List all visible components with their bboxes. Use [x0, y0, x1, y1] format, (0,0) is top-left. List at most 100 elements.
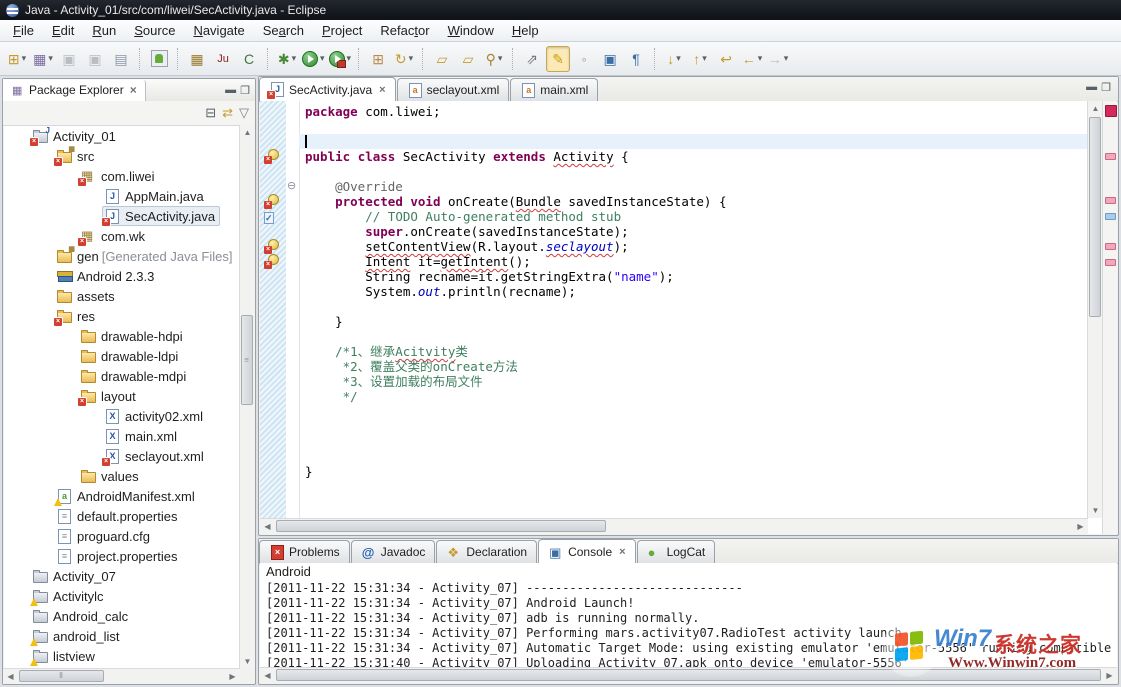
- tree-item-seclayout-xml[interactable]: X×seclayout.xml: [4, 446, 239, 466]
- error-marker-icon[interactable]: [1105, 197, 1116, 204]
- editor-overview-ruler[interactable]: [1102, 101, 1117, 534]
- maximize-editor-icon[interactable]: ❐: [1101, 81, 1111, 94]
- tree-item-gen[interactable]: ▦gen [Generated Java Files]: [4, 246, 239, 266]
- search-button[interactable]: ⚲▾: [482, 46, 506, 72]
- info-marker-icon[interactable]: [1105, 213, 1116, 220]
- quickfix-error-icon[interactable]: [264, 149, 280, 163]
- tree-item-src[interactable]: ▦×src: [4, 146, 239, 166]
- last-edit-location-button[interactable]: ↩: [714, 46, 738, 72]
- tree-item-com-liwei[interactable]: ▦×com.liwei: [4, 166, 239, 186]
- scroll-left-icon[interactable]: ◀: [260, 519, 275, 534]
- menu-navigate[interactable]: Navigate: [184, 21, 253, 40]
- menu-source[interactable]: Source: [125, 21, 184, 40]
- synchronize-button[interactable]: ↻▾: [392, 46, 416, 72]
- menu-window[interactable]: Window: [439, 21, 503, 40]
- dropdown-arrow-icon[interactable]: ▾: [676, 53, 681, 64]
- new-junit-test-button[interactable]: Ju: [211, 46, 235, 72]
- menu-refactor[interactable]: Refactor: [371, 21, 438, 40]
- tree-item-drawable-ldpi[interactable]: drawable-ldpi: [4, 346, 239, 366]
- tree-item-androidmanifest-xml[interactable]: aAndroidManifest.xml: [4, 486, 239, 506]
- view-menu-icon[interactable]: ▽: [239, 105, 249, 121]
- error-marker-icon[interactable]: [1105, 153, 1116, 160]
- scroll-left-icon[interactable]: ◀: [260, 668, 275, 683]
- new-java-project-button[interactable]: ▦▾: [31, 46, 55, 72]
- scroll-right-icon[interactable]: ▶: [225, 669, 240, 684]
- maximize-view-icon[interactable]: ❐: [240, 84, 250, 97]
- next-change-button[interactable]: ◦: [572, 46, 596, 72]
- menu-search[interactable]: Search: [254, 21, 313, 40]
- editor-horizontal-scrollbar[interactable]: ◀ ▶: [260, 518, 1088, 534]
- tree-item-assets[interactable]: assets: [4, 286, 239, 306]
- show-selected-element-button[interactable]: ▣: [598, 46, 622, 72]
- debug-button[interactable]: ✱▾: [275, 46, 299, 72]
- tree-hscroll-thumb[interactable]: ⦀: [19, 670, 104, 682]
- tree-item-android-list[interactable]: android_list: [4, 626, 239, 646]
- code-editor[interactable]: ✓ ⊖ package com.liwei;public class SecAc…: [260, 101, 1117, 534]
- print-button[interactable]: ▤: [109, 46, 133, 72]
- scroll-down-icon[interactable]: ▼: [240, 654, 255, 669]
- tree-item-activity02-xml[interactable]: Xactivity02.xml: [4, 406, 239, 426]
- open-resource-button[interactable]: ▱: [430, 46, 454, 72]
- tab-javadoc[interactable]: @Javadoc: [351, 540, 436, 563]
- tree-item-com-wk[interactable]: ▦×com.wk: [4, 226, 239, 246]
- link-with-editor-icon[interactable]: ⇄: [222, 105, 233, 121]
- error-marker-icon[interactable]: [1105, 259, 1116, 266]
- forward-button[interactable]: →▾: [766, 46, 790, 72]
- console-hscroll-thumb[interactable]: [276, 669, 1101, 681]
- collapse-region-icon[interactable]: ⊖: [287, 179, 296, 194]
- menu-project[interactable]: Project: [313, 21, 371, 40]
- tab-problems[interactable]: ×Problems: [259, 540, 350, 563]
- quickfix-error-icon[interactable]: [264, 239, 280, 253]
- tree-item-values[interactable]: values: [4, 466, 239, 486]
- run-button[interactable]: ▾: [301, 46, 326, 72]
- dropdown-arrow-icon[interactable]: ▾: [320, 53, 325, 64]
- tree-item-res[interactable]: ×res: [4, 306, 239, 326]
- editor-vertical-scrollbar[interactable]: ▲ ▼: [1087, 101, 1103, 518]
- tree-item-project-properties[interactable]: ≡project.properties: [4, 546, 239, 566]
- tab-logcat[interactable]: ●LogCat: [637, 540, 716, 563]
- open-file-button[interactable]: ▱: [456, 46, 480, 72]
- tree-item-android-2-3-3[interactable]: Android 2.3.3: [4, 266, 239, 286]
- tree-item-android-calc[interactable]: Android_calc: [4, 606, 239, 626]
- quickfix-error-icon[interactable]: [264, 194, 280, 208]
- tree-item-secactivity-java[interactable]: J×SecActivity.java: [4, 206, 239, 226]
- tree-item-activitylc[interactable]: Activitylc: [4, 586, 239, 606]
- task-check-icon[interactable]: ✓: [264, 209, 280, 223]
- collapse-all-icon[interactable]: ⊟: [205, 105, 216, 121]
- tree-item-main-xml[interactable]: Xmain.xml: [4, 426, 239, 446]
- dropdown-arrow-icon[interactable]: ▾: [347, 53, 352, 64]
- menu-file[interactable]: File: [4, 21, 43, 40]
- editor-hscroll-thumb[interactable]: [276, 520, 606, 532]
- package-explorer-tab[interactable]: ▦ Package Explorer ×: [3, 80, 146, 101]
- tree-item-drawable-mdpi[interactable]: drawable-mdpi: [4, 366, 239, 386]
- dropdown-arrow-icon[interactable]: ▾: [702, 53, 707, 64]
- error-summary-icon[interactable]: [1105, 105, 1117, 117]
- new-android-project-button[interactable]: ⊞: [366, 46, 390, 72]
- next-annotation-button[interactable]: ↓▾: [662, 46, 686, 72]
- new-java-package-button[interactable]: ▦: [185, 46, 209, 72]
- editor-tab-main-xml[interactable]: amain.xml: [510, 78, 598, 101]
- scroll-up-icon[interactable]: ▲: [240, 125, 255, 140]
- back-button[interactable]: ←▾: [740, 46, 764, 72]
- run-external-tools-button[interactable]: ▾: [328, 46, 353, 72]
- console-view[interactable]: Android [2011-11-22 15:31:34 - Activity_…: [260, 563, 1117, 683]
- dropdown-arrow-icon[interactable]: ▾: [784, 53, 789, 64]
- show-whitespace-button[interactable]: ¶: [624, 46, 648, 72]
- tab-console[interactable]: ▣Console×: [538, 539, 635, 563]
- menu-help[interactable]: Help: [503, 21, 548, 40]
- tree-horizontal-scrollbar[interactable]: ◀ ▶ ⦀: [3, 668, 240, 684]
- android-sdk-manager-button[interactable]: [147, 46, 171, 72]
- scroll-up-icon[interactable]: ▲: [1088, 101, 1103, 116]
- tree-item-drawable-hdpi[interactable]: drawable-hdpi: [4, 326, 239, 346]
- error-marker-icon[interactable]: [1105, 243, 1116, 250]
- quickfix-error-icon[interactable]: [264, 254, 280, 268]
- menu-run[interactable]: Run: [83, 21, 125, 40]
- dropdown-arrow-icon[interactable]: ▾: [498, 53, 503, 64]
- tree-item-default-properties[interactable]: ≡default.properties: [4, 506, 239, 526]
- tree-item-appmain-java[interactable]: JAppMain.java: [4, 186, 239, 206]
- close-view-icon[interactable]: ×: [130, 83, 137, 97]
- scroll-right-icon[interactable]: ▶: [1102, 668, 1117, 683]
- editor-scroll-thumb[interactable]: [1089, 117, 1101, 317]
- dropdown-arrow-icon[interactable]: ▾: [292, 53, 297, 64]
- tree-item-layout[interactable]: ×layout: [4, 386, 239, 406]
